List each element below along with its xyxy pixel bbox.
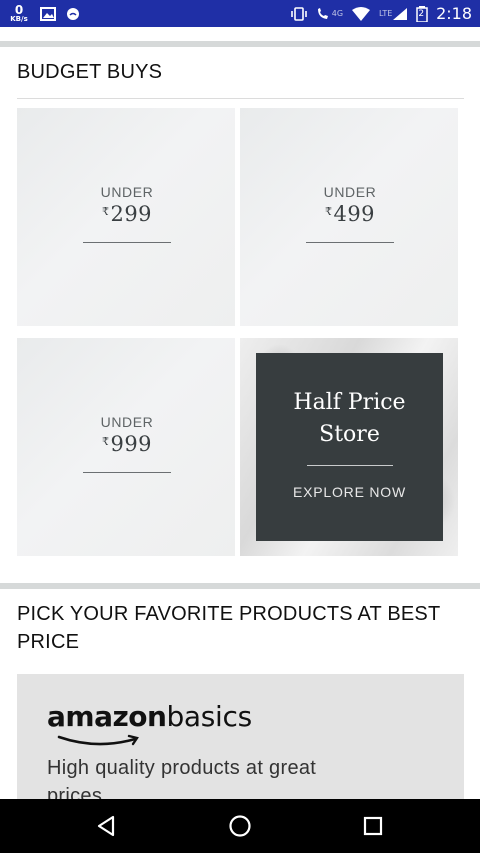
- price-amount: 499: [333, 202, 376, 226]
- banner-tagline: High quality products at great prices: [47, 757, 317, 799]
- budget-buys-divider: [17, 98, 464, 99]
- amazon-smile-icon: [57, 734, 139, 746]
- half-price-store-card: Half Price Store EXPLORE NOW: [256, 353, 443, 541]
- half-price-store-title: Half Price Store: [293, 390, 406, 447]
- network-type-label: 4G: [331, 9, 344, 18]
- tile-prefix: UNDER: [100, 414, 154, 430]
- currency-symbol: ₹: [324, 205, 333, 218]
- home-icon: [229, 815, 251, 837]
- explore-now-link[interactable]: EXPLORE NOW: [293, 484, 406, 500]
- data-speed-unit: KB/s: [10, 15, 28, 23]
- recents-button[interactable]: [343, 799, 403, 853]
- amazonbasics-logo: amazon basics: [47, 700, 252, 733]
- tile-price: ₹999: [102, 432, 152, 456]
- battery-icon: 2: [416, 5, 429, 22]
- tile-price: ₹299: [102, 202, 152, 226]
- tile-price: ₹499: [325, 202, 375, 226]
- logo-text-basics: basics: [166, 700, 252, 733]
- tile-prefix: UNDER: [323, 184, 377, 200]
- under-999-tile[interactable]: UNDER ₹999: [17, 338, 235, 556]
- battery-level: 2: [418, 8, 425, 19]
- lte-label: LTE: [379, 9, 393, 18]
- price-amount: 999: [110, 432, 153, 456]
- section-divider: [0, 41, 480, 47]
- amazonbasics-banner[interactable]: amazon basics High quality products at gr…: [17, 674, 464, 799]
- data-speed-indicator: 0 KB/s: [8, 4, 30, 23]
- back-button[interactable]: [77, 799, 137, 853]
- tile-underline: [83, 472, 171, 473]
- section-divider: [0, 583, 480, 589]
- back-icon: [97, 815, 114, 837]
- signal-icon: LTE: [379, 7, 408, 21]
- wifi-icon: [351, 6, 371, 21]
- half-price-store-tile[interactable]: Half Price Store EXPLORE NOW: [240, 338, 458, 556]
- recents-icon: [364, 816, 383, 836]
- under-299-tile[interactable]: UNDER ₹299: [17, 108, 235, 326]
- favorites-title: PICK YOUR FAVORITE PRODUCTS AT BEST PRIC…: [17, 603, 441, 653]
- under-499-tile[interactable]: UNDER ₹499: [240, 108, 458, 326]
- tile-prefix: UNDER: [100, 184, 154, 200]
- vibrate-icon: [290, 6, 308, 21]
- app-notification-icon: [66, 7, 80, 21]
- card-divider: [306, 465, 393, 466]
- top-spacer: [0, 27, 480, 41]
- clock: 2:18: [436, 4, 472, 23]
- wifi-calling-icon: 4G: [316, 7, 343, 21]
- price-amount: 299: [110, 202, 153, 226]
- navigation-bar: [0, 799, 480, 853]
- tile-underline: [83, 242, 171, 243]
- budget-buys-title: BUDGET BUYS: [17, 61, 163, 83]
- image-icon: [40, 6, 56, 21]
- currency-symbol: ₹: [101, 205, 110, 218]
- status-bar: 0 KB/s 4G LTE 2 2:18: [0, 0, 480, 27]
- logo-text-amazon: amazon: [47, 700, 167, 733]
- home-button[interactable]: [210, 799, 270, 853]
- currency-symbol: ₹: [101, 435, 110, 448]
- tile-underline: [306, 242, 394, 243]
